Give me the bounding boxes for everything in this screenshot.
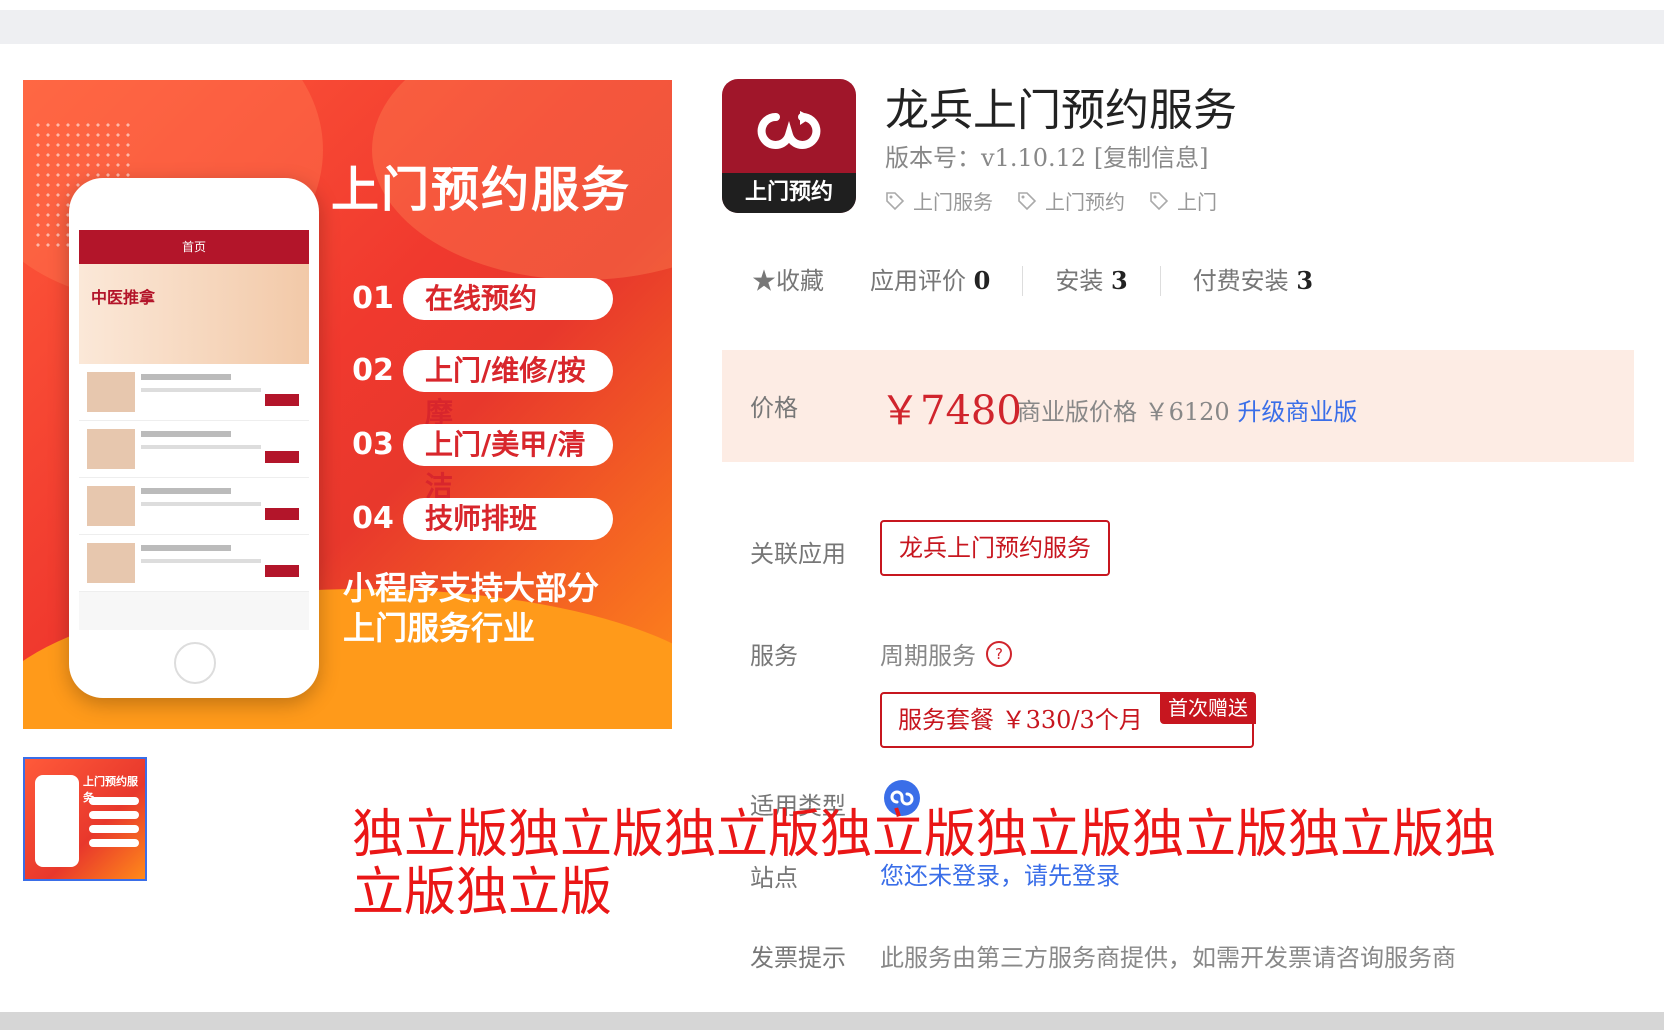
related-app-button[interactable]: 龙兵上门预约服务 [880, 520, 1110, 576]
tag-item[interactable]: 上门 [1149, 186, 1217, 215]
tag-item[interactable]: 上门服务 [885, 186, 993, 215]
app-icon-label: 上门预约 [722, 173, 856, 213]
invoice-label: 发票提示 [750, 944, 846, 972]
reviews-stat[interactable]: 应用评价 0 [870, 266, 1024, 296]
feature-item: 01 在线预约 [345, 278, 615, 320]
image-thumbnail[interactable]: 上门预约服务 [23, 757, 147, 881]
stats-bar: ★收藏 应用评价 0 安装 3 付费安装 3 [752, 266, 1377, 296]
feature-item: 04 技师排班 [345, 498, 615, 540]
copy-info-link[interactable]: [复制信息] [1094, 144, 1209, 172]
main-product-image: 首页 中医推拿 上门预约服务 01 在线预约 02 上门/维修/按摩 03 上门/美甲… [23, 80, 672, 729]
app-title: 龙兵上门预约服务 [885, 85, 1237, 136]
top-bar [0, 0, 1664, 44]
top-strip [0, 10, 1664, 44]
phone-list-row [79, 364, 309, 421]
phone-mockup: 首页 中医推拿 [69, 178, 319, 698]
app-logo-icon: 上门预约 [722, 79, 856, 213]
tag-item[interactable]: 上门预约 [1017, 186, 1125, 215]
upgrade-link[interactable]: 升级商业版 [1237, 398, 1357, 426]
tag-list: 上门服务 上门预约 上门 [885, 186, 1217, 215]
tag-icon [886, 191, 905, 210]
feature-item: 02 上门/维修/按摩 [345, 350, 615, 429]
price-panel: 价格 ￥7480 商业版价格 ￥6120 升级商业版 [722, 350, 1634, 462]
price-value: ￥7480 [880, 388, 1022, 434]
phone-list-row [79, 535, 309, 592]
feature-item: 03 上门/美甲/清洁 [345, 424, 615, 503]
help-icon[interactable]: ? [986, 640, 1012, 667]
phone-list-row [79, 478, 309, 535]
first-gift-badge: 首次赠送 [1160, 692, 1256, 724]
business-price: 商业版价格 ￥6120 升级商业版 [1017, 398, 1358, 426]
watermark-overlay-text: 独立版独立版独立版独立版独立版独立版独立版独立版独立版 [352, 805, 1497, 923]
tag-icon [1018, 191, 1037, 210]
period-service: 周期服务 ? [880, 636, 1012, 671]
bottom-bar [0, 1012, 1664, 1030]
related-label: 关联应用 [750, 540, 846, 568]
service-label: 服务 [750, 642, 798, 670]
tag-icon [1150, 191, 1169, 210]
paid-installs-stat: 付费安装 3 [1192, 266, 1314, 295]
hero-footer: 小程序支持大部分 上门服务行业 [343, 569, 600, 647]
installs-stat: 安装 3 [1055, 266, 1161, 296]
home-button-icon [174, 642, 216, 684]
phone-list-row [79, 421, 309, 478]
loop-icon [757, 111, 821, 149]
invoice-text: 此服务由第三方服务商提供，如需开发票请咨询服务商 [880, 944, 1456, 972]
version-info: 版本号：v1.10.12 [复制信息] [885, 144, 1209, 172]
hero-title: 上门预约服务 [331, 162, 632, 218]
phone-header: 首页 [79, 230, 309, 264]
favorite-button[interactable]: ★收藏 [752, 266, 856, 296]
phone-banner-text: 中医推拿 [91, 288, 156, 307]
price-label: 价格 [750, 394, 798, 422]
